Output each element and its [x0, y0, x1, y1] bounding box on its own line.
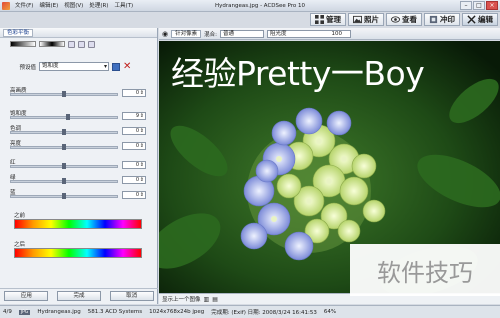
slider-thumb[interactable]: [62, 129, 66, 135]
menu-edit[interactable]: 编辑(E): [36, 2, 61, 10]
maximize-button[interactable]: □: [473, 1, 485, 10]
slider-thumb[interactable]: [62, 178, 66, 184]
gradient-swatch-icon[interactable]: [10, 41, 36, 47]
status-filename: Hydrangeas.jpg: [37, 309, 81, 315]
status-zoom: 64%: [323, 309, 337, 315]
slider-row: 红 0: [8, 158, 146, 171]
slider-row: 饱和度 9: [8, 109, 146, 122]
window-controls: – □ ×: [460, 1, 498, 10]
eye-icon: [391, 16, 400, 23]
hsl-sliders: 高画质 0 饱和度 9 色调 0 亮度 0: [8, 86, 146, 152]
reset-icon[interactable]: [68, 40, 75, 48]
info-icon[interactable]: ▤: [212, 296, 218, 303]
slider-row: 绿 0: [8, 173, 146, 186]
slider-row: 色调 0: [8, 124, 146, 137]
done-button[interactable]: 完成: [56, 290, 101, 301]
photo-icon: [353, 15, 362, 24]
preset-select[interactable]: 饱和度: [39, 62, 109, 71]
acdsee-app-icon: [2, 2, 10, 10]
mode-manage-button[interactable]: 管理: [310, 13, 346, 26]
status-size: 581.3 ACD Systems: [87, 309, 143, 315]
panel-buttons: 应用 完成 取消: [0, 288, 158, 302]
site-watermark: 软件技巧: [350, 244, 500, 296]
slider-thumb[interactable]: [62, 91, 66, 97]
mode-bar: 管理 照片 查看 冲印 编辑: [230, 12, 500, 28]
mode-photo-button[interactable]: 照片: [348, 13, 384, 26]
rgb-sliders: 红 0 绿 0 蓝 0: [8, 158, 146, 201]
mix-label: 混合:: [204, 31, 217, 38]
mode-develop-button[interactable]: 冲印: [424, 13, 460, 26]
edit-icon: [467, 15, 476, 24]
mode-view-label: 查看: [402, 15, 417, 24]
slider-value-input[interactable]: 0: [122, 89, 146, 97]
preset-label: 预设值: [19, 64, 36, 71]
status-index: 4/9: [3, 309, 12, 315]
mode-photo-label: 照片: [364, 15, 379, 24]
mode-manage-label: 管理: [326, 15, 341, 24]
save-preset-icon[interactable]: [112, 62, 120, 71]
mode-develop-label: 冲印: [440, 15, 455, 24]
before-hue-bar: [14, 219, 142, 229]
target-pixels-button[interactable]: 针对像素: [171, 29, 202, 38]
panel-toolbar: [0, 38, 157, 50]
window-title: Hydrangeas.jpg - ACDSee Pro 10: [214, 3, 306, 9]
mode-edit-button[interactable]: 编辑: [462, 13, 498, 26]
slider-row: 亮度 0: [8, 139, 146, 152]
menu-process[interactable]: 处理(R): [86, 2, 111, 10]
status-dimensions: 1024x768x24b jpeg: [149, 309, 205, 315]
opacity-label: 阻光度: [269, 30, 287, 37]
slider-value-input[interactable]: 0: [122, 127, 146, 135]
status-bar: 4/9 JPG Hydrangeas.jpg 581.3 ACD Systems…: [0, 305, 500, 318]
opacity-field[interactable]: 阻光度 100: [266, 29, 351, 38]
menu-bar: 文件(F) 编辑(E) 视图(V) 处理(R) 工具(T): [12, 2, 136, 10]
menu-tools[interactable]: 工具(T): [111, 2, 136, 10]
overlay-watermark-text: 经验Pretty一Boy: [171, 54, 425, 93]
slider-value-input[interactable]: 0: [122, 176, 146, 184]
histogram-icon[interactable]: ▥: [204, 296, 210, 303]
slider-thumb[interactable]: [62, 193, 66, 199]
edit-toolbar: ◉ 针对像素 混合: 普通 阻光度 100: [159, 28, 500, 40]
apply-button[interactable]: 应用: [4, 290, 49, 301]
title-bar: 文件(F) 编辑(E) 视图(V) 处理(R) 工具(T) Hydrangeas…: [0, 0, 500, 12]
panel-header: 色彩平衡: [0, 28, 157, 38]
delete-preset-icon[interactable]: ✕: [123, 61, 131, 71]
slider-thumb[interactable]: [62, 144, 66, 150]
slider-row: 高画质 0: [8, 86, 146, 99]
blend-mode-select[interactable]: 普通: [219, 29, 264, 38]
mode-edit-label: 编辑: [478, 15, 493, 24]
slider-value-input[interactable]: 0: [122, 191, 146, 199]
help-icon[interactable]: [88, 40, 95, 48]
settings-gear-icon[interactable]: [78, 40, 85, 48]
cancel-button[interactable]: 取消: [109, 290, 154, 301]
slider-value-input[interactable]: 9: [122, 112, 146, 120]
gradient-swatch-icon[interactable]: [39, 41, 65, 47]
minimize-button[interactable]: –: [460, 1, 472, 10]
color-balance-panel: 色彩平衡 预设值 饱和度 ✕ 高画质 0 饱和度 9 色调 0: [0, 28, 158, 304]
slider-value-input[interactable]: 0: [122, 142, 146, 150]
show-previous-label[interactable]: 显示上一个图像: [162, 295, 201, 303]
menu-file[interactable]: 文件(F): [12, 2, 36, 10]
menu-view[interactable]: 视图(V): [61, 2, 86, 10]
slider-thumb[interactable]: [62, 163, 66, 169]
slider-track[interactable]: [10, 116, 118, 119]
status-format-badge: JPG: [18, 309, 31, 315]
close-button[interactable]: ×: [486, 1, 498, 10]
after-hue-bar: [14, 248, 142, 258]
after-label: 之后: [14, 242, 26, 248]
slider-value-input[interactable]: 0: [122, 161, 146, 169]
status-date: 完成期: (Exif) 日期: 2008/3/24 16:41:53: [211, 310, 317, 316]
slider-thumb[interactable]: [66, 114, 71, 120]
tab-color-balance[interactable]: 色彩平衡: [3, 28, 34, 37]
before-label: 之前: [14, 213, 26, 219]
manage-grid-icon: [315, 15, 324, 24]
develop-icon: [429, 15, 438, 24]
mode-view-button[interactable]: 查看: [386, 13, 422, 26]
preset-row: 预设值 饱和度 ✕: [8, 61, 131, 71]
target-pixel-icon[interactable]: ◉: [162, 30, 168, 38]
slider-row: 蓝 0: [8, 188, 146, 201]
opacity-value: 100: [331, 30, 342, 37]
